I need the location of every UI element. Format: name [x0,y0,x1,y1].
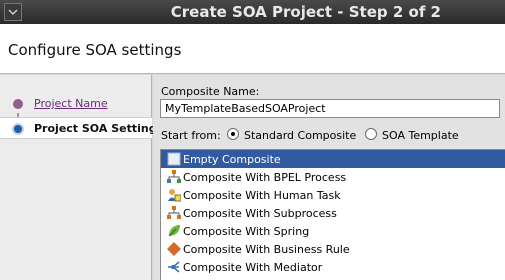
radio-unselected-icon[interactable] [365,128,377,140]
wizard-header: Configure SOA settings [0,24,505,74]
window-title: Create SOA Project - Step 2 of 2 [170,3,441,21]
list-item-empty-composite[interactable]: Empty Composite [161,150,505,168]
human-task-icon [167,188,182,202]
list-item-bpel-process[interactable]: Composite With BPEL Process [161,168,505,186]
current-step-icon [12,123,24,135]
mediator-icon [167,260,181,274]
start-from-label: Start from: [161,129,221,142]
list-item-subprocess[interactable]: Composite With Subprocess [161,204,505,222]
title-bar: Create SOA Project - Step 2 of 2 [0,0,505,24]
list-item-human-task[interactable]: Composite With Human Task [161,186,505,204]
window-menu-icon[interactable] [4,3,22,21]
spring-icon [167,224,181,238]
business-rule-icon [167,242,181,256]
list-item-label: Composite With Human Task [183,189,341,202]
page-title: Configure SOA settings [8,41,182,59]
step-project-soa-settings[interactable]: Project SOA Settings [0,117,163,139]
bpel-process-icon [167,170,181,184]
list-item-label: Empty Composite [183,153,281,166]
list-item-label: Composite With Business Rule [183,243,350,256]
list-item-label: Composite With Spring [183,225,310,238]
wizard-steps-nav: Project Name Project SOA Settings [0,75,163,280]
list-item-label: Composite With BPEL Process [183,171,347,184]
radio-label[interactable]: SOA Template [382,129,459,142]
radio-selected-icon[interactable] [227,128,239,140]
step-project-name[interactable]: Project Name [0,93,152,115]
empty-composite-icon [167,152,181,166]
settings-panel: Composite Name: Start from: Standard Com… [153,75,505,280]
list-item-mediator[interactable]: Composite With Mediator [161,258,505,276]
step-label: Project SOA Settings [34,122,164,135]
subprocess-icon [167,206,181,220]
composite-template-list[interactable]: Empty Composite Composite With BPEL Proc… [160,149,505,280]
list-item-business-rule[interactable]: Composite With Business Rule [161,240,505,258]
list-item-label: Composite With Subprocess [183,207,337,220]
visited-step-icon [13,99,23,109]
start-from-row: Start from: Standard Composite SOA Templ… [161,126,505,144]
list-item-spring[interactable]: Composite With Spring [161,222,505,240]
step-label[interactable]: Project Name [34,97,108,110]
list-item-label: Composite With Mediator [183,261,323,274]
composite-name-label: Composite Name: [161,85,260,98]
composite-name-input[interactable] [160,99,500,118]
radio-label[interactable]: Standard Composite [244,129,356,142]
